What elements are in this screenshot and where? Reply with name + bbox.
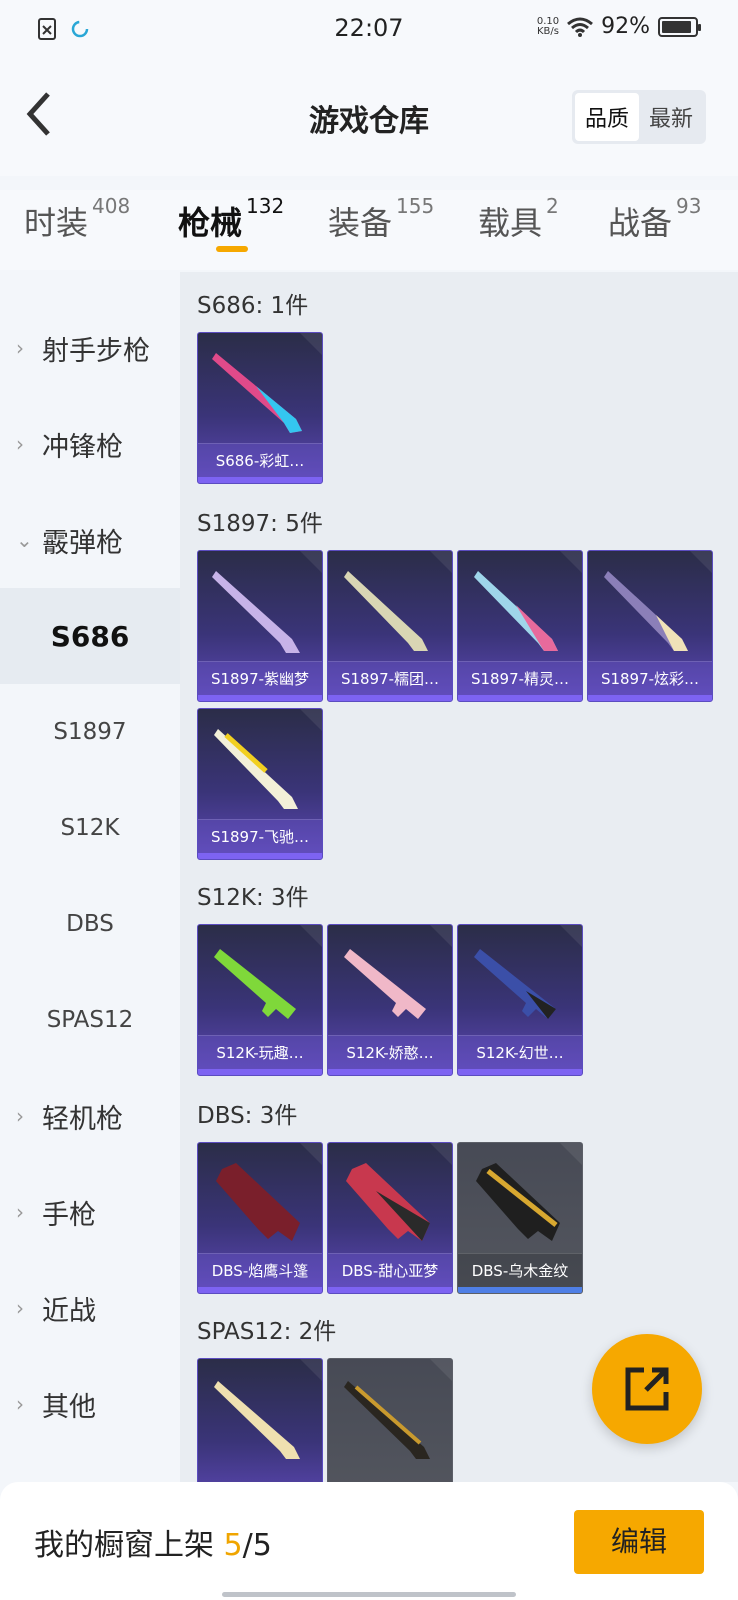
sidebar: › 射手步枪 › 冲锋枪 ⌄ 霰弹枪 S686 S1897 S12K DBS SPAS… [0, 272, 180, 1482]
tab-vehicles[interactable]: 载具 2 [478, 194, 559, 244]
status-bar: 22:07 0.10 KB/s 92% [0, 0, 738, 56]
shotgun-icon [474, 571, 558, 651]
shotgun-icon [344, 571, 428, 651]
shotgun-icon [344, 1381, 430, 1459]
sort-latest-button[interactable]: 最新 [639, 93, 703, 141]
sidebar-item-dbs[interactable]: DBS [0, 876, 180, 972]
item-card[interactable]: S1897-精灵… [457, 550, 583, 702]
shotgun-icon [604, 571, 688, 651]
chevron-down-icon: ⌄ [16, 528, 33, 552]
chevron-right-icon: › [16, 336, 24, 360]
home-indicator[interactable] [222, 1592, 516, 1597]
shotgun-icon [476, 1163, 560, 1241]
app-root: 22:07 0.10 KB/s 92% 游戏仓库 品质 最新 时装 408 枪械… [0, 0, 738, 1600]
item-card[interactable]: S12K-娇憨… [327, 924, 453, 1076]
item-card[interactable]: S1897-紫幽梦 [197, 550, 323, 702]
sidebar-item-other[interactable]: › 其他 [0, 1356, 180, 1452]
sidebar-item-s1897[interactable]: S1897 [0, 684, 180, 780]
edit-button[interactable]: 编辑 [574, 1510, 704, 1574]
group-title-s686: S686: 1件 [197, 293, 309, 319]
tab-fashion[interactable]: 时装 408 [24, 194, 130, 244]
item-card[interactable]: DBS-甜心亚梦 [327, 1142, 453, 1294]
item-card[interactable]: S12K-幻世… [457, 924, 583, 1076]
group-title-s12k: S12K: 3件 [197, 885, 309, 911]
share-button[interactable] [592, 1334, 702, 1444]
sidebar-item-melee[interactable]: › 近战 [0, 1260, 180, 1356]
chevron-right-icon: › [16, 1392, 24, 1416]
sidebar-item-spas12[interactable]: SPAS12 [0, 972, 180, 1068]
sidebar-item-lmg[interactable]: › 轻机枪 [0, 1068, 180, 1164]
rifle-icon [344, 949, 426, 1019]
tab-equipment[interactable]: 装备 155 [328, 194, 434, 244]
status-right: 0.10 KB/s 92% [536, 14, 701, 39]
item-card[interactable]: DBS-乌木金纹 [457, 1142, 583, 1294]
sidebar-item-smg[interactable]: › 冲锋枪 [0, 396, 180, 492]
item-card[interactable]: S686-彩虹… [197, 332, 323, 484]
item-card[interactable]: S1897-飞驰… [197, 708, 323, 860]
group-title-dbs: DBS: 3件 [197, 1103, 298, 1129]
chevron-right-icon: › [16, 1104, 24, 1128]
showcase-status: 我的橱窗上架 5/5 [34, 1528, 272, 1563]
active-tab-indicator [216, 246, 248, 252]
battery-icon [658, 16, 701, 37]
battery-percent: 92% [601, 14, 650, 39]
chevron-right-icon: › [16, 1296, 24, 1320]
share-icon [625, 1367, 669, 1411]
sidebar-item-s12k[interactable]: S12K [0, 780, 180, 876]
shotgun-icon [214, 729, 298, 809]
sort-quality-button[interactable]: 品质 [574, 93, 639, 141]
wifi-icon [567, 17, 594, 37]
group-title-s1897: S1897: 5件 [197, 511, 323, 537]
item-card[interactable]: DBS-焰鹰斗篷 [197, 1142, 323, 1294]
sidebar-item-marksman-rifle[interactable]: › 射手步枪 [0, 300, 180, 396]
sidebar-item-s686[interactable]: S686 [0, 588, 180, 684]
rifle-icon [474, 949, 556, 1019]
shotgun-icon [212, 571, 300, 653]
item-grid: S686: 1件 S686-彩虹… S1897: 5件 S1897-紫幽梦 S1… [180, 272, 738, 1482]
chevron-right-icon: › [16, 432, 24, 456]
chevron-right-icon: › [16, 1200, 24, 1224]
sort-toggle: 品质 最新 [571, 90, 706, 144]
rifle-icon [214, 949, 296, 1019]
shotgun-icon [346, 1163, 430, 1241]
item-card[interactable]: S1897-糯团… [327, 550, 453, 702]
header: 游戏仓库 品质 最新 [0, 56, 738, 176]
net-speed: 0.10 KB/s [536, 15, 560, 37]
group-title-spas12: SPAS12: 2件 [197, 1319, 337, 1345]
sidebar-item-shotgun[interactable]: ⌄ 霰弹枪 [0, 492, 180, 588]
item-card[interactable]: S12K-玩趣… [197, 924, 323, 1076]
item-card[interactable] [197, 1358, 323, 1482]
shotgun-icon [214, 1381, 300, 1459]
sidebar-item-pistol[interactable]: › 手枪 [0, 1164, 180, 1260]
shotgun-icon [212, 353, 302, 433]
category-tabs: 时装 408 枪械 132 装备 155 载具 2 战备 93 [0, 190, 738, 270]
bottom-bar: 我的橱窗上架 5/5 编辑 [0, 1482, 738, 1600]
item-card[interactable] [327, 1358, 453, 1482]
shotgun-icon [216, 1163, 300, 1241]
item-card[interactable]: S1897-炫彩… [587, 550, 713, 702]
tab-tactical[interactable]: 战备 93 [608, 194, 701, 244]
tab-guns[interactable]: 枪械 132 [178, 194, 284, 244]
